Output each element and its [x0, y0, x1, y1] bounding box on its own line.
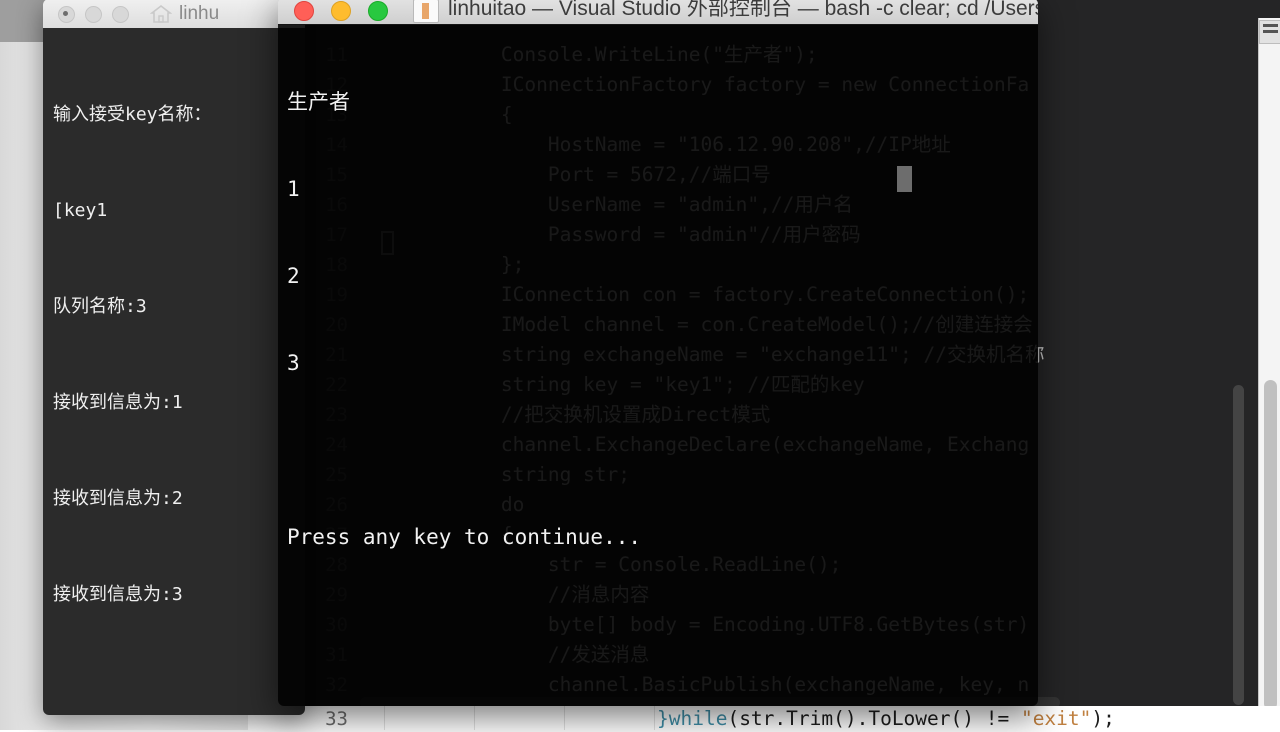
- minimize-button[interactable]: [331, 1, 351, 21]
- folder-icon: [413, 0, 439, 23]
- terminal-line: 接收到信息为:3: [53, 584, 183, 605]
- terminal-line: 队列名称:3: [53, 296, 147, 317]
- zoom-button[interactable]: [368, 1, 388, 21]
- zoom-button[interactable]: [112, 6, 129, 23]
- producer-terminal-window[interactable]: linhuitao — Visual Studio 外部控制台 — bash -…: [278, 0, 1038, 706]
- editor-bottom-code-row: 33 }while(str.Trim().ToLower() != "exit"…: [248, 706, 1280, 730]
- producer-terminal-title: linhuitao — Visual Studio 外部控制台 — bash -…: [448, 0, 1038, 20]
- editor-minimap-scrollbar[interactable]: [1233, 385, 1244, 705]
- close-button[interactable]: [294, 1, 314, 21]
- terminal-line: Press any key to continue...: [287, 525, 642, 549]
- home-icon: [149, 3, 173, 25]
- terminal-line: 接收到信息为:2: [53, 488, 183, 509]
- minimize-button[interactable]: [85, 6, 102, 23]
- terminal-line: 生产者: [287, 90, 350, 114]
- code-line: }while(str.Trim().ToLower() != "exit");: [657, 707, 1115, 730]
- producer-terminal-output[interactable]: 生产者 1 2 3 Press any key to continue...: [278, 24, 1038, 706]
- producer-terminal-titlebar[interactable]: linhuitao — Visual Studio 外部控制台 — bash -…: [278, 0, 1038, 25]
- terminal-line: [key1: [53, 200, 108, 221]
- terminal-line: 1: [287, 177, 300, 201]
- consumer-terminal-window[interactable]: linhu 输入接受key名称： [key1 队列名称:3 接收到信息为:1 接…: [43, 0, 305, 715]
- consumer-terminal-output[interactable]: 输入接受key名称： [key1 队列名称:3 接收到信息为:1 接收到信息为:…: [43, 28, 305, 715]
- terminal-line: 接收到信息为:1: [53, 392, 183, 413]
- close-button-dot: [63, 11, 68, 16]
- producer-terminal-cursor: [897, 166, 912, 192]
- panel-toggle-icon[interactable]: [1259, 20, 1280, 44]
- editor-vertical-scrollbar[interactable]: [1264, 380, 1277, 710]
- consumer-terminal-title: linhu: [179, 3, 220, 24]
- terminal-line: 输入接受key名称：: [53, 104, 212, 125]
- terminal-line: 3: [287, 351, 300, 375]
- consumer-terminal-titlebar[interactable]: linhu: [43, 0, 305, 29]
- terminal-line: 2: [287, 264, 300, 288]
